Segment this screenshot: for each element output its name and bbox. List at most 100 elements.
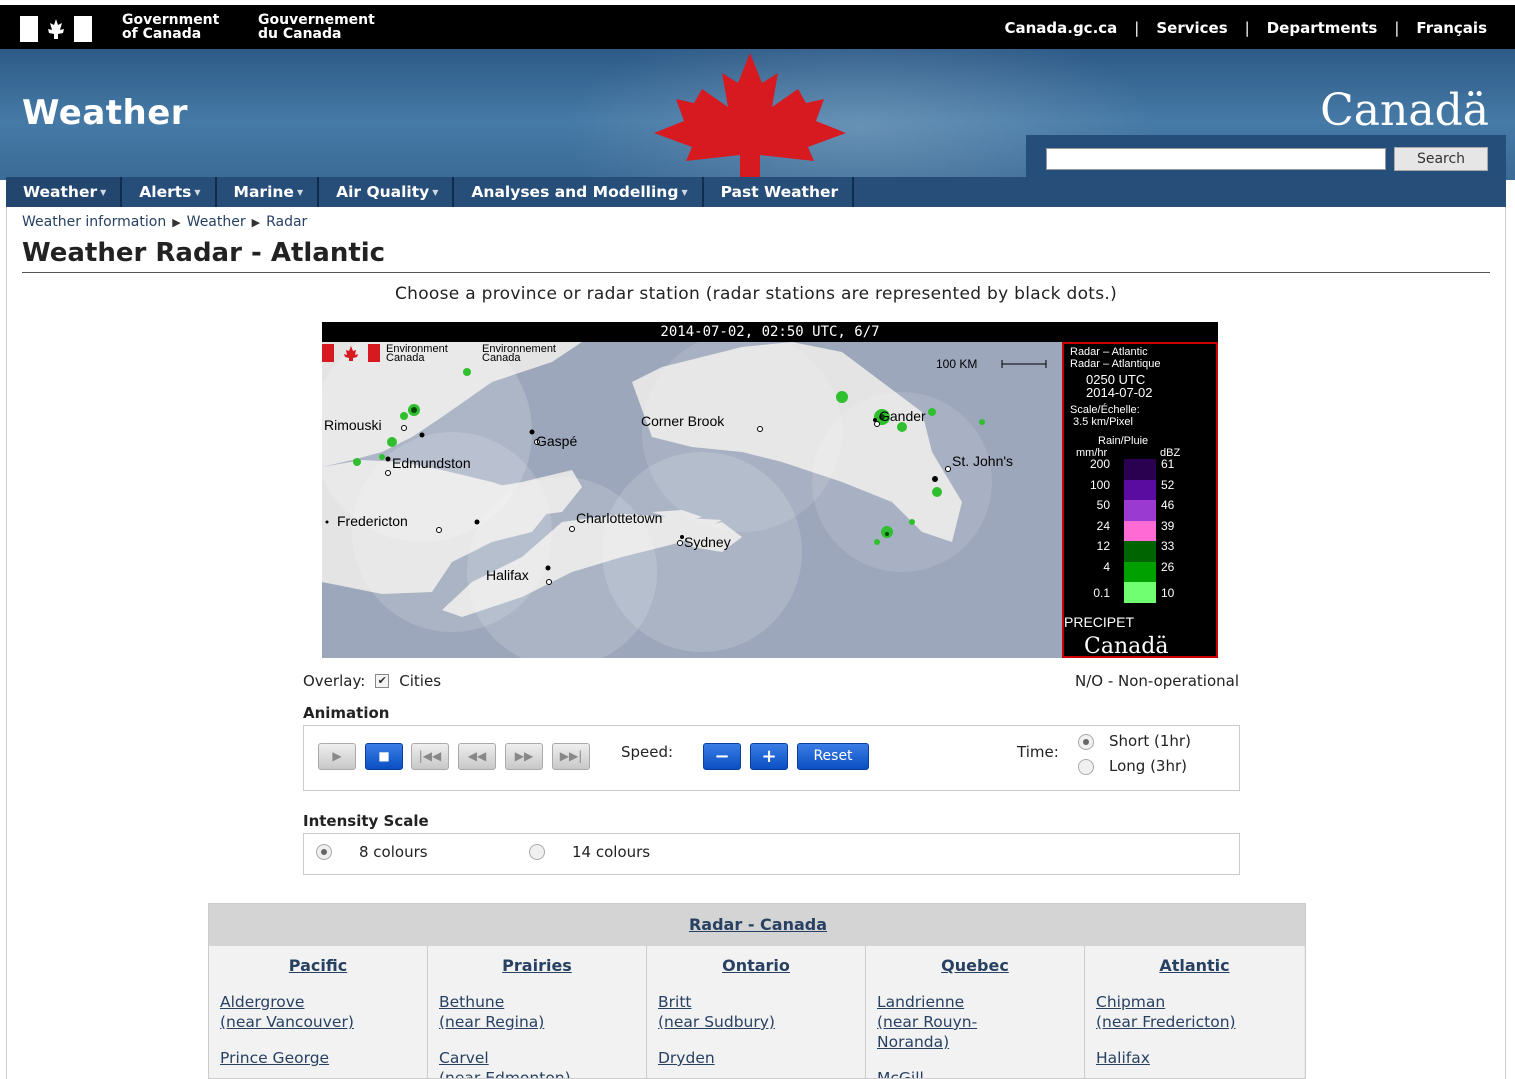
francais-link[interactable]: Français	[1416, 19, 1487, 37]
time-long-radio[interactable]	[1078, 759, 1094, 775]
next-frame-button[interactable]: ▶▶	[505, 743, 543, 770]
region-prairies-link[interactable]: Prairies	[428, 956, 646, 975]
station-link[interactable]: (near Rouyn-	[877, 1012, 977, 1032]
radar-map[interactable]: 100 KM Environment Canada Environnement …	[322, 342, 1062, 658]
station-link[interactable]: Noranda)	[877, 1032, 949, 1052]
radar-station-dot[interactable]	[474, 519, 480, 525]
station-link[interactable]: McGill	[877, 1068, 924, 1078]
radar-station-dot[interactable]	[545, 565, 551, 571]
play-icon: ▶	[332, 749, 342, 763]
legend-mm-value: 200	[1089, 457, 1110, 471]
nav-analyses-label: Analyses and Modelling	[471, 183, 679, 201]
station-link[interactable]: (near Edmonton)	[439, 1068, 571, 1078]
speed-decrease-button[interactable]: −	[703, 743, 741, 770]
station-link[interactable]: Prince George	[220, 1048, 329, 1068]
reset-button[interactable]: Reset	[797, 743, 869, 770]
stop-button[interactable]: ■	[365, 743, 403, 770]
intensity-8-radio[interactable]	[316, 844, 332, 860]
nav-weather[interactable]: Weather ▼	[6, 177, 123, 207]
legend-mm-value: 24	[1096, 518, 1110, 533]
last-frame-button[interactable]: ▶▶|	[552, 743, 590, 770]
station-link[interactable]: Carvel	[439, 1048, 489, 1068]
city-gaspe[interactable]: Gaspé	[536, 433, 577, 449]
title-divider	[22, 272, 1490, 273]
breadcrumb-separator-icon: ▶	[172, 216, 181, 229]
canada-gc-link[interactable]: Canada.gc.ca	[1004, 19, 1117, 37]
legend-product: PRECIPET	[1064, 614, 1135, 630]
radar-station-dot[interactable]	[529, 429, 535, 435]
city-charlottetown[interactable]: Charlottetown	[576, 510, 662, 526]
station-link[interactable]: Halifax	[1096, 1048, 1150, 1068]
cities-checkbox-label[interactable]: Cities	[399, 672, 441, 690]
city-corner-brook[interactable]: Corner Brook	[641, 413, 725, 429]
speed-increase-button[interactable]: +	[750, 743, 788, 770]
breadcrumb-weather-information[interactable]: Weather information	[22, 214, 166, 230]
legend-mm-value: 100	[1089, 477, 1110, 492]
station-link[interactable]: Britt	[658, 992, 691, 1012]
first-frame-button[interactable]: |◀◀	[411, 743, 449, 770]
gov-en-line1: Government	[122, 12, 220, 28]
play-button[interactable]: ▶	[318, 743, 356, 770]
legend-mm-value: 0.1	[1093, 586, 1110, 600]
station-link[interactable]: (near Sudbury)	[658, 1012, 775, 1032]
search-button[interactable]: Search	[1394, 147, 1488, 171]
legend-date: 2014-07-02	[1086, 385, 1153, 400]
nav-air-quality[interactable]: Air Quality ▼	[319, 177, 455, 207]
gov-fr-signature[interactable]: Gouvernement du Canada	[258, 13, 375, 41]
intensity-14-label[interactable]: 14 colours	[572, 843, 650, 861]
station-link[interactable]: Dryden	[658, 1048, 715, 1068]
city-rimouski[interactable]: Rimouski	[324, 417, 382, 433]
region-atlantic-link[interactable]: Atlantic	[1085, 956, 1304, 975]
station-link[interactable]: Chipman	[1096, 992, 1165, 1012]
nav-marine[interactable]: Marine ▼	[216, 177, 320, 207]
stop-icon: ■	[378, 749, 390, 763]
region-column-prairies: Prairies Bethune (near Regina) Carvel (n…	[428, 946, 647, 1078]
station-link[interactable]: (near Fredericton)	[1096, 1012, 1236, 1032]
plus-icon: +	[761, 746, 777, 767]
station-link[interactable]: (near Regina)	[439, 1012, 544, 1032]
city-fredericton[interactable]: Fredericton	[337, 513, 408, 529]
region-pacific-link[interactable]: Pacific	[209, 956, 427, 975]
time-short-radio[interactable]	[1078, 734, 1094, 750]
legend-color-band	[1124, 459, 1156, 480]
cities-checkbox[interactable]: ✔	[375, 674, 390, 688]
city-halifax[interactable]: Halifax	[486, 567, 529, 583]
gov-en-signature[interactable]: Government of Canada	[122, 13, 219, 41]
city-st-johns[interactable]: St. John's	[952, 453, 1013, 469]
time-long-label[interactable]: Long (3hr)	[1109, 757, 1187, 775]
legend-dbz-value: 52	[1161, 477, 1175, 492]
federal-identity-bar: Government of Canada Gouvernement du Can…	[0, 5, 1515, 49]
city-gander[interactable]: Gander	[879, 408, 926, 424]
station-link[interactable]: Landrienne	[877, 992, 964, 1012]
radar-station-dot[interactable]	[419, 432, 425, 438]
departments-link[interactable]: Departments	[1267, 19, 1378, 37]
legend-rain-label: Rain/Pluie	[1098, 435, 1149, 447]
radar-station-dot[interactable]	[932, 476, 938, 482]
city-edmundston[interactable]: Edmundston	[392, 455, 471, 471]
station-link[interactable]: Bethune	[439, 992, 504, 1012]
link-separator: |	[1134, 19, 1140, 37]
station-link[interactable]: (near Vancouver)	[220, 1012, 354, 1032]
intensity-8-label[interactable]: 8 colours	[359, 843, 428, 861]
search-area: Search	[1026, 135, 1506, 180]
intensity-14-radio[interactable]	[529, 844, 545, 860]
services-link[interactable]: Services	[1156, 19, 1227, 37]
animation-heading: Animation	[303, 704, 390, 722]
region-ontario-link[interactable]: Ontario	[647, 956, 865, 975]
nav-analyses[interactable]: Analyses and Modelling ▼	[454, 177, 704, 207]
city-sydney[interactable]: Sydney	[684, 534, 731, 550]
region-quebec-link[interactable]: Quebec	[866, 956, 1084, 975]
previous-frame-button[interactable]: ◀◀	[458, 743, 496, 770]
radar-image[interactable]: 2014-07-02, 02:50 UTC, 6/7 100 KM Enviro…	[322, 322, 1218, 658]
breadcrumb-weather[interactable]: Weather	[187, 214, 246, 230]
time-short-label[interactable]: Short (1hr)	[1109, 732, 1191, 750]
radar-canada-link[interactable]: Radar - Canada	[209, 904, 1305, 946]
nav-past-weather[interactable]: Past Weather	[703, 177, 855, 207]
site-title[interactable]: Weather	[22, 93, 188, 133]
env-canada-fr2: Canada	[482, 352, 521, 364]
nav-alerts[interactable]: Alerts ▼	[122, 177, 217, 207]
search-input[interactable]	[1046, 148, 1386, 170]
station-link[interactable]: Aldergrove	[220, 992, 304, 1012]
legend-color-band	[1124, 582, 1156, 603]
breadcrumb-radar[interactable]: Radar	[266, 214, 307, 230]
